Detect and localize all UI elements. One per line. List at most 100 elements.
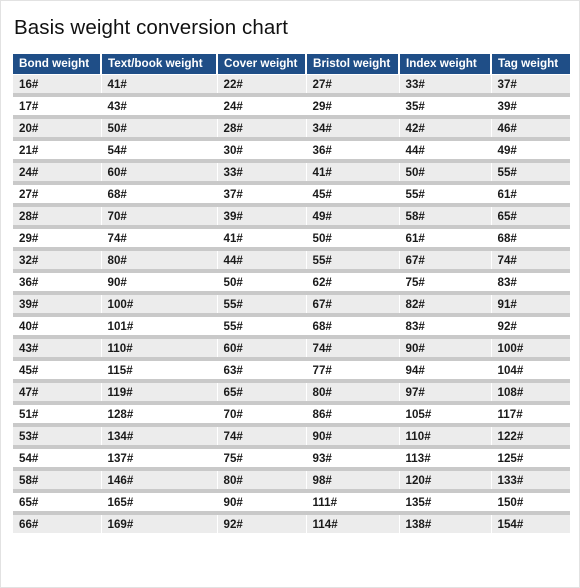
table-cell: 100# — [491, 337, 570, 361]
table-container: Bond weight Text/book weight Cover weight B… — [13, 54, 570, 533]
table-cell: 37# — [491, 74, 570, 97]
table-cell: 74# — [491, 249, 570, 273]
table-cell: 39# — [491, 95, 570, 119]
table-cell: 67# — [399, 249, 492, 273]
table-cell: 41# — [217, 227, 307, 251]
table-cell: 137# — [101, 447, 218, 471]
table-cell: 27# — [306, 74, 400, 97]
table-cell: 54# — [101, 139, 218, 163]
table-cell: 33# — [217, 161, 307, 185]
table-header-row: Bond weight Text/book weight Cover weight B… — [13, 54, 570, 75]
table-cell: 39# — [13, 293, 102, 317]
table-row: 51# 128# 70# 86# 105# 117# — [13, 403, 570, 427]
table-cell: 67# — [306, 293, 400, 317]
table-cell: 100# — [101, 293, 218, 317]
table-cell: 55# — [217, 315, 307, 339]
column-header-2[interactable]: Text/book weight — [101, 54, 218, 75]
table-cell: 110# — [399, 425, 492, 449]
table-cell: 77# — [306, 359, 400, 383]
table-row: 28# 70# 39# 49# 58# 65# — [13, 205, 570, 229]
table-cell: 40# — [13, 315, 102, 339]
table-cell: 134# — [101, 425, 218, 449]
table-row: 20# 50# 28# 34# 42# 46# — [13, 117, 570, 141]
table-row: 29# 74# 41# 50# 61# 68# — [13, 227, 570, 251]
table-cell: 54# — [13, 447, 102, 471]
table-cell: 65# — [217, 381, 307, 405]
table-cell: 45# — [306, 183, 400, 207]
table-cell: 113# — [399, 447, 492, 471]
table-cell: 169# — [101, 513, 218, 533]
table-cell: 70# — [101, 205, 218, 229]
table-cell: 70# — [217, 403, 307, 427]
table-cell: 125# — [491, 447, 570, 471]
table-row: 40# 101# 55# 68# 83# 92# — [13, 315, 570, 339]
table-row: 58# 146# 80# 98# 120# 133# — [13, 469, 570, 493]
table-row: 21# 54# 30# 36# 44# 49# — [13, 139, 570, 163]
table-cell: 90# — [101, 271, 218, 295]
table-cell: 65# — [491, 205, 570, 229]
column-header-4[interactable]: Bristol weight — [306, 54, 400, 75]
table-cell: 44# — [217, 249, 307, 273]
table-cell: 33# — [399, 74, 492, 97]
table-cell: 86# — [306, 403, 400, 427]
table-cell: 50# — [306, 227, 400, 251]
table-cell: 74# — [217, 425, 307, 449]
table-cell: 55# — [491, 161, 570, 185]
table-row: 65# 165# 90# 111# 135# 150# — [13, 491, 570, 515]
table-cell: 49# — [306, 205, 400, 229]
table-cell: 105# — [399, 403, 492, 427]
table-cell: 68# — [306, 315, 400, 339]
table-row: 45# 115# 63# 77# 94# 104# — [13, 359, 570, 383]
table-cell: 93# — [306, 447, 400, 471]
table-cell: 32# — [13, 249, 102, 273]
table-row: 53# 134# 74# 90# 110# 122# — [13, 425, 570, 449]
column-header-5[interactable]: Index weight — [399, 54, 492, 75]
table-cell: 90# — [306, 425, 400, 449]
table-cell: 94# — [399, 359, 492, 383]
table-cell: 65# — [13, 491, 102, 515]
table-cell: 80# — [217, 469, 307, 493]
table-cell: 146# — [101, 469, 218, 493]
table-cell: 58# — [13, 469, 102, 493]
table-cell: 119# — [101, 381, 218, 405]
table-cell: 43# — [101, 95, 218, 119]
table-cell: 29# — [306, 95, 400, 119]
table-row: 24# 60# 33# 41# 50# 55# — [13, 161, 570, 185]
table-cell: 62# — [306, 271, 400, 295]
table-cell: 42# — [399, 117, 492, 141]
table-cell: 20# — [13, 117, 102, 141]
table-cell: 49# — [491, 139, 570, 163]
table-cell: 28# — [13, 205, 102, 229]
table-cell: 75# — [399, 271, 492, 295]
table-cell: 111# — [306, 491, 400, 515]
page-container: Basis weight conversion chart Bond weigh… — [0, 0, 580, 588]
table-cell: 16# — [13, 74, 102, 97]
table-cell: 43# — [13, 337, 102, 361]
table-row: 17# 43# 24# 29# 35# 39# — [13, 95, 570, 119]
table-cell: 51# — [13, 403, 102, 427]
column-header-3[interactable]: Cover weight — [217, 54, 307, 75]
table-cell: 53# — [13, 425, 102, 449]
table-cell: 50# — [399, 161, 492, 185]
table-row: 66# 169# 92# 114# 138# 154# — [13, 513, 570, 533]
table-cell: 75# — [217, 447, 307, 471]
table-cell: 50# — [101, 117, 218, 141]
table-cell: 37# — [217, 183, 307, 207]
column-header-1[interactable]: Bond weight — [13, 54, 102, 75]
table-cell: 68# — [491, 227, 570, 251]
table-row: 39# 100# 55# 67# 82# 91# — [13, 293, 570, 317]
table-cell: 108# — [491, 381, 570, 405]
column-header-6[interactable]: Tag weight — [491, 54, 570, 75]
table-cell: 150# — [491, 491, 570, 515]
table-cell: 104# — [491, 359, 570, 383]
table-cell: 36# — [306, 139, 400, 163]
table-cell: 90# — [217, 491, 307, 515]
table-row: 27# 68# 37# 45# 55# 61# — [13, 183, 570, 207]
table-row: 43# 110# 60# 74# 90# 100# — [13, 337, 570, 361]
table-cell: 82# — [399, 293, 492, 317]
table-cell: 115# — [101, 359, 218, 383]
table-cell: 24# — [217, 95, 307, 119]
table-cell: 21# — [13, 139, 102, 163]
table-cell: 55# — [306, 249, 400, 273]
table-cell: 66# — [13, 513, 102, 533]
